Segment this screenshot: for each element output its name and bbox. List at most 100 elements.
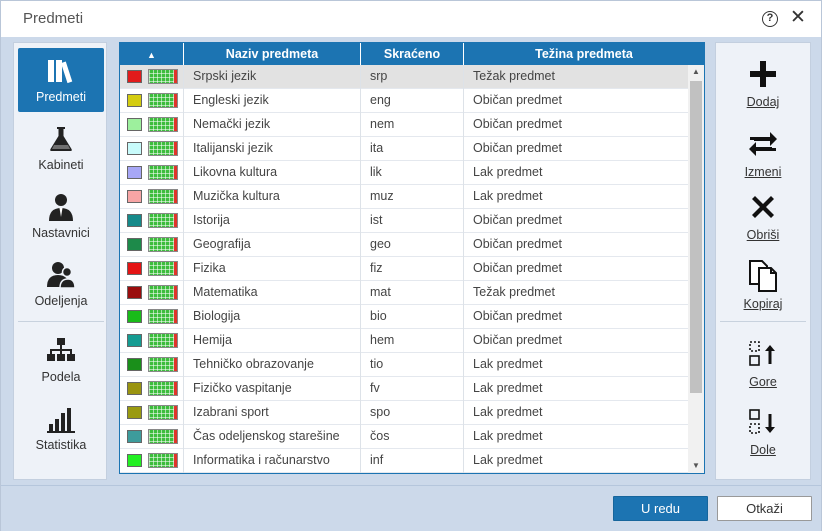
subject-short-cell[interactable]: bio — [361, 305, 464, 329]
column-header-weight[interactable]: Težina predmeta — [464, 43, 704, 65]
column-header-short[interactable]: Skraćeno — [361, 43, 464, 65]
table-row[interactable]: Likovna kultura lik Lak predmet — [120, 161, 688, 185]
subject-weight-cell[interactable]: Lak predmet — [464, 377, 688, 401]
add-button[interactable]: Dodaj — [716, 51, 810, 111]
color-cell[interactable] — [120, 209, 184, 233]
subject-weight-cell[interactable]: Težak predmet — [464, 65, 688, 89]
subject-short-cell[interactable]: ist — [361, 209, 464, 233]
table-row[interactable]: Fizika fiz Običan predmet — [120, 257, 688, 281]
subject-short-cell[interactable]: mat — [361, 281, 464, 305]
nav-item-nastavnici[interactable]: Nastavnici — [18, 184, 104, 248]
subject-short-cell[interactable]: nem — [361, 113, 464, 137]
nav-item-odeljenja[interactable]: Odeljenja — [18, 252, 104, 316]
column-header-name[interactable]: Naziv predmeta — [184, 43, 361, 65]
subject-short-cell[interactable]: hem — [361, 329, 464, 353]
subject-name-cell[interactable]: Likovna kultura — [184, 161, 361, 185]
subject-weight-cell[interactable]: Običan predmet — [464, 137, 688, 161]
subject-name-cell[interactable]: Geografija — [184, 233, 361, 257]
color-cell[interactable] — [120, 137, 184, 161]
subject-name-cell[interactable]: Srpski jezik — [184, 65, 361, 89]
subject-weight-cell[interactable]: Težak predmet — [464, 281, 688, 305]
vertical-scrollbar[interactable]: ▲ ▼ — [688, 65, 704, 473]
table-row[interactable]: Italijanski jezik ita Običan predmet — [120, 137, 688, 161]
subject-name-cell[interactable]: Istorija — [184, 209, 361, 233]
subject-weight-cell[interactable]: Običan predmet — [464, 89, 688, 113]
subject-weight-cell[interactable]: Običan predmet — [464, 209, 688, 233]
scrollbar-thumb[interactable] — [690, 81, 702, 393]
color-cell[interactable] — [120, 185, 184, 209]
color-cell[interactable] — [120, 305, 184, 329]
table-row[interactable]: Srpski jezik srp Težak predmet — [120, 65, 688, 89]
help-icon[interactable]: ? — [762, 11, 778, 27]
subject-weight-cell[interactable]: Običan predmet — [464, 233, 688, 257]
subject-weight-cell[interactable]: Običan predmet — [464, 257, 688, 281]
subject-name-cell[interactable]: Italijanski jezik — [184, 137, 361, 161]
move-up-button[interactable]: Gore — [716, 331, 810, 391]
color-cell[interactable] — [120, 65, 184, 89]
subject-short-cell[interactable]: muz — [361, 185, 464, 209]
delete-button[interactable]: Obriši — [716, 184, 810, 244]
table-row[interactable]: Matematika mat Težak predmet — [120, 281, 688, 305]
subject-short-cell[interactable]: spo — [361, 401, 464, 425]
color-cell[interactable] — [120, 401, 184, 425]
subject-weight-cell[interactable]: Običan predmet — [464, 329, 688, 353]
subject-name-cell[interactable]: Hemija — [184, 329, 361, 353]
subject-short-cell[interactable]: ita — [361, 137, 464, 161]
subject-name-cell[interactable]: Fizika — [184, 257, 361, 281]
color-cell[interactable] — [120, 113, 184, 137]
subject-name-cell[interactable]: Tehničko obrazovanje — [184, 353, 361, 377]
subject-name-cell[interactable]: Fizičko vaspitanje — [184, 377, 361, 401]
subject-weight-cell[interactable]: Lak predmet — [464, 353, 688, 377]
subject-weight-cell[interactable]: Lak predmet — [464, 185, 688, 209]
nav-item-kabineti[interactable]: Kabineti — [18, 116, 104, 180]
cancel-button[interactable]: Otkaži — [717, 496, 812, 521]
nav-item-predmeti[interactable]: Predmeti — [18, 48, 104, 112]
color-cell[interactable] — [120, 257, 184, 281]
nav-item-podela[interactable]: Podela — [18, 328, 104, 392]
color-cell[interactable] — [120, 449, 184, 473]
color-cell[interactable] — [120, 329, 184, 353]
edit-button[interactable]: Izmeni — [716, 121, 810, 181]
table-row[interactable]: Geografija geo Običan predmet — [120, 233, 688, 257]
table-row[interactable]: Muzička kultura muz Lak predmet — [120, 185, 688, 209]
subject-name-cell[interactable]: Čas odeljenskog starešine — [184, 425, 361, 449]
subject-short-cell[interactable]: fiz — [361, 257, 464, 281]
table-row[interactable]: Informatika i računarstvo inf Lak predmet — [120, 449, 688, 473]
table-row[interactable]: Fizičko vaspitanje fv Lak predmet — [120, 377, 688, 401]
table-row[interactable]: Biologija bio Običan predmet — [120, 305, 688, 329]
subject-name-cell[interactable]: Nemački jezik — [184, 113, 361, 137]
subject-short-cell[interactable]: eng — [361, 89, 464, 113]
subject-name-cell[interactable]: Muzička kultura — [184, 185, 361, 209]
table-row[interactable]: Engleski jezik eng Običan predmet — [120, 89, 688, 113]
subject-name-cell[interactable]: Biologija — [184, 305, 361, 329]
copy-button[interactable]: Kopiraj — [716, 253, 810, 313]
subject-weight-cell[interactable]: Običan predmet — [464, 305, 688, 329]
table-row[interactable]: Čas odeljenskog starešine čos Lak predmet — [120, 425, 688, 449]
color-cell[interactable] — [120, 377, 184, 401]
color-cell[interactable] — [120, 89, 184, 113]
color-cell[interactable] — [120, 161, 184, 185]
color-cell[interactable] — [120, 281, 184, 305]
ok-button[interactable]: U redu — [613, 496, 708, 521]
subject-weight-cell[interactable]: Lak predmet — [464, 449, 688, 473]
subject-short-cell[interactable]: geo — [361, 233, 464, 257]
subject-short-cell[interactable]: lik — [361, 161, 464, 185]
subject-name-cell[interactable]: Engleski jezik — [184, 89, 361, 113]
subject-weight-cell[interactable]: Lak predmet — [464, 161, 688, 185]
nav-item-statistika[interactable]: Statistika — [18, 396, 104, 460]
scroll-down-icon[interactable]: ▼ — [688, 459, 704, 473]
color-cell[interactable] — [120, 233, 184, 257]
close-icon[interactable]: ✕ — [788, 8, 808, 28]
subject-short-cell[interactable]: tio — [361, 353, 464, 377]
subject-weight-cell[interactable]: Lak predmet — [464, 401, 688, 425]
table-row[interactable]: Nemački jezik nem Običan predmet — [120, 113, 688, 137]
move-down-button[interactable]: Dole — [716, 399, 810, 459]
table-row[interactable]: Tehničko obrazovanje tio Lak predmet — [120, 353, 688, 377]
table-row[interactable]: Izabrani sport spo Lak predmet — [120, 401, 688, 425]
table-row[interactable]: Hemija hem Običan predmet — [120, 329, 688, 353]
subject-short-cell[interactable]: čos — [361, 425, 464, 449]
sort-column-header[interactable]: ▲ — [120, 43, 184, 65]
subject-name-cell[interactable]: Informatika i računarstvo — [184, 449, 361, 473]
subject-short-cell[interactable]: fv — [361, 377, 464, 401]
subject-weight-cell[interactable]: Običan predmet — [464, 113, 688, 137]
